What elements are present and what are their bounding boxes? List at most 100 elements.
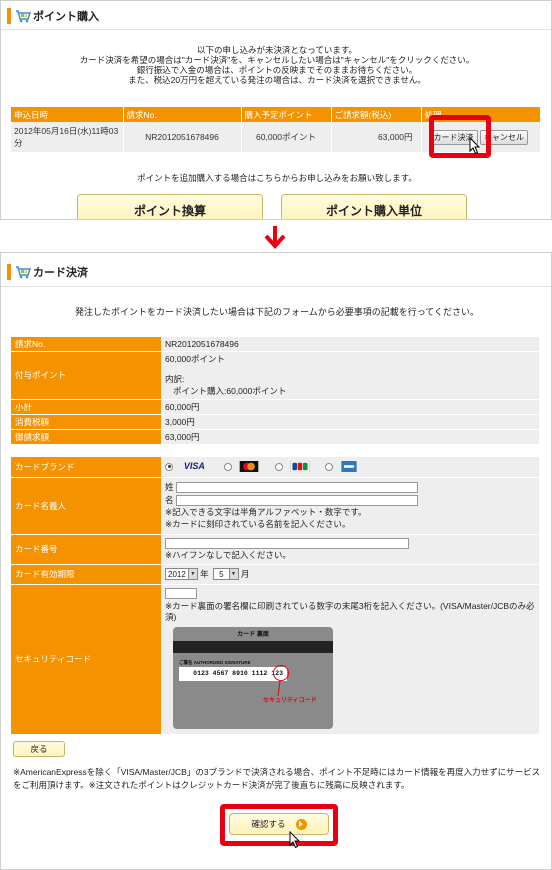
card-brand-row: カードブランド VISA [11,457,539,478]
notice-line: また、税込20万円を超えている発注の場合は、カード決済を選択できません。 [128,75,426,85]
additional-purchase-info: ポイントを追加購入する場合はこちらからお申し込みをお願い致します。 [137,173,417,183]
panel-title-text: ポイント購入 [33,11,99,23]
expiry-fields: 2012 ▼ 年 5 ▼ 月 [161,564,539,585]
highlight-confirm [220,804,338,846]
security-code-input[interactable] [165,587,197,599]
panel-title-text: カード決済 [33,267,88,279]
magnetic-stripe [173,640,333,653]
security-code-callout: セキュリティコード [263,697,317,704]
footnote: ※AmericanExpressを除く「VISA/Master/JCB」の3ブラ… [13,767,541,790]
month-unit: 月 [240,568,250,579]
summary-value: 3,000円 [161,414,539,430]
table-row: 付与ポイント 60,000ポイント 内訳: ポイント購入:60,000ポイント [11,351,539,400]
summary-label: 消費税額 [11,414,161,430]
order-points: 60,000ポイント [241,122,332,152]
title-accent-bar [7,264,11,280]
cart-icon [16,265,31,278]
signature-label: ご署名 AUTHORIZED SIGNATURE [179,659,251,665]
breakdown-detail: ポイント購入:60,000ポイント [173,386,287,396]
card-number-row: カード番号 ※ハイフンなしで記入ください。 [11,534,539,565]
mastercard-logo [239,461,259,473]
mouse-cursor-icon [469,137,481,155]
summary-label: 小計 [11,399,161,415]
form-instructions: 発注したポイントをカード決済したい場合は下記のフォームから必要事項の記載を行って… [74,307,479,317]
chevron-down-icon: ▼ [187,569,197,580]
panel-title: ポイント購入 [7,7,99,25]
signature-panel: 0123 4567 8910 1112 123 [179,666,287,681]
last-name-label: 姓 [165,481,174,492]
cardholder-row: カード名義人 姓 名 ※記入できる文字は半角アルファベット・数字です。 ※カード… [11,477,539,535]
security-code-row: セキュリティコード ※カード裏面の署名欄に印刷されている数字の末尾3桁を記入くだ… [11,584,539,735]
title-accent-bar [7,8,11,24]
first-name-row: 名 [165,494,535,507]
point-purchase-panel: ポイント購入 以下の申し込みが未決済となっています。 カード決済を希望の場合は"… [0,0,552,220]
amex-logo [341,461,357,473]
brand-radio-amex[interactable] [325,462,334,471]
card-number-field: ※ハイフンなしで記入ください。 [161,534,539,565]
mouse-cursor-icon [289,831,301,849]
card-number-input[interactable] [165,537,409,549]
expiry-row: カード有効期限 2012 ▼ 年 5 ▼ 月 [11,564,539,585]
card-back-illustration: カード 裏面 ご署名 AUTHORIZED SIGNATURE 0123 456… [173,626,333,729]
table-row: 御請求額 63,000円 [11,429,539,445]
card-number-note: ※ハイフンなしで記入ください。 [165,549,291,560]
visa-logo: VISA [183,461,205,472]
order-date: 2012年05月16日(水)11時03分 [11,122,124,152]
summary-label: 御請求額 [11,429,161,445]
card-brand-options: VISA [161,457,539,478]
brand-radio-visa[interactable] [165,462,173,471]
chevron-down-icon: ▼ [228,569,238,580]
summary-label: 付与ポイント [11,351,161,400]
purchase-unit-button[interactable]: ポイント購入単位 [281,194,467,219]
brand-radio-jcb[interactable] [274,462,283,471]
summary-value: 60,000ポイント [165,354,225,364]
divider [1,29,551,30]
order-summary-table: 請求No. NR2012051678496 付与ポイント 60,000ポイント … [11,337,539,445]
card-digits: 0123 4567 8910 1112 [193,670,268,677]
column-header-amount: ご請求額(税込) [331,107,422,122]
divider [1,286,551,287]
invoice-number: NR2012051678496 [123,122,242,152]
summary-value: NR2012051678496 [161,337,539,352]
security-code-field: ※カード裏面の署名欄に印刷されている数字の末尾3桁を記入ください。(VISA/M… [161,584,539,735]
cvv-highlight-circle [273,664,289,681]
column-header-points: 購入予定ポイント [241,107,332,122]
card-brand-label: カードブランド [11,457,161,478]
last-name-input[interactable] [175,482,418,493]
expiry-month-value: 5 [219,569,224,579]
expiry-year-select[interactable]: 2012 ▼ [165,568,198,581]
jcb-logo [290,461,310,473]
notice-line: 以下の申し込みが未決済となっています。 [197,45,357,55]
point-exchange-button[interactable]: ポイント換算 [77,194,263,219]
cardholder-note: ※記入できる文字は半角アルファベット・数字です。 [165,507,367,518]
expiry-year-value: 2012 [168,569,186,579]
notice-line: 銀行振込で入金の場合は、ポイントの反映までそのままお待ちください。 [136,65,418,75]
highlight-card-payment [429,115,491,158]
summary-value-cell: 60,000ポイント 内訳: ポイント購入:60,000ポイント [161,351,539,400]
card-form-table: カードブランド VISA カード名義人 姓 名 ※記入できる文字は半角アルファベ… [11,457,539,735]
column-header-invoice: 請求No. [123,107,242,122]
order-amount: 63,000円 [331,122,422,152]
summary-value: 63,000円 [161,429,539,445]
first-name-label: 名 [165,495,174,505]
panel-title: カード決済 [7,263,88,281]
card-back-title: カード 裏面 [237,631,269,638]
security-code-label: セキュリティコード [11,584,161,735]
summary-value: 60,000円 [161,399,539,415]
summary-label: 請求No. [11,337,161,352]
expiry-month-select[interactable]: 5 ▼ [213,568,239,581]
cart-icon [16,9,31,22]
first-name-input[interactable] [175,495,418,507]
card-payment-panel: カード決済 発注したポイントをカード決済したい場合は下記のフォームから必要事項の… [0,252,552,870]
back-button[interactable]: 戻る [13,741,65,757]
security-code-note: ※カード裏面の署名欄に印刷されている数字の末尾3桁を記入ください。(VISA/M… [165,600,535,622]
table-row: 小計 60,000円 [11,399,539,415]
down-arrow-icon [264,226,286,249]
column-header-date: 申込日時 [11,107,124,122]
table-row: 請求No. NR2012051678496 [11,337,539,352]
brand-radio-mastercard[interactable] [223,462,232,471]
breakdown-title: 内訳: [165,374,185,384]
year-unit: 年 [200,568,209,579]
last-name-row: 姓 [165,481,535,493]
expiry-label: カード有効期限 [11,564,161,585]
